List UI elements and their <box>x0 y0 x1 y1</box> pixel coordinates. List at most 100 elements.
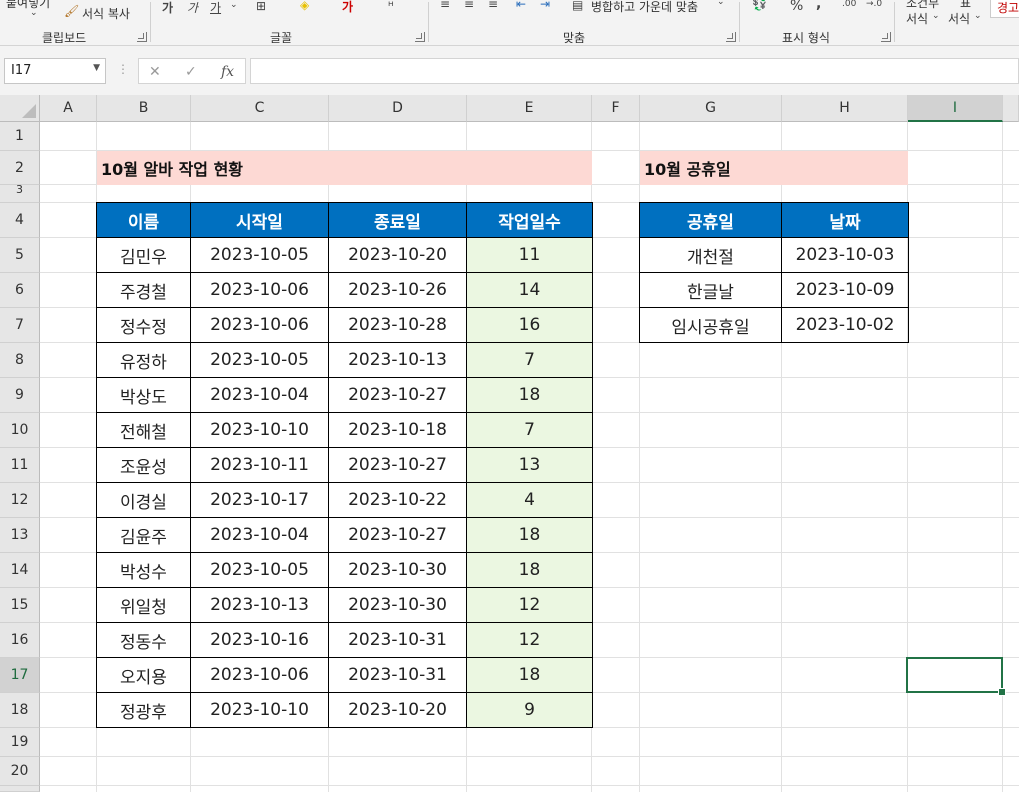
row-header-6[interactable]: 6 <box>0 273 40 308</box>
header-work-days[interactable]: 작업일수 <box>466 202 593 238</box>
row-header-8[interactable]: 8 <box>0 343 40 378</box>
align-center-icon[interactable]: ≡ <box>464 0 474 11</box>
row-header-9[interactable]: 9 <box>0 378 40 413</box>
row-header-11[interactable]: 11 <box>0 448 40 483</box>
end-date-cell[interactable]: 2023-10-18 <box>328 412 467 448</box>
accounting-format-icon[interactable]: 💱 <box>752 0 767 11</box>
end-date-cell[interactable]: 2023-10-26 <box>328 272 467 308</box>
row-header-19[interactable]: 19 <box>0 728 40 757</box>
end-date-cell[interactable]: 2023-10-20 <box>328 692 467 728</box>
merge-center-button[interactable]: 병합하고 가운데 맞춤 <box>591 0 698 15</box>
selected-cell-i17[interactable] <box>906 657 1006 696</box>
cancel-icon[interactable]: ✕ <box>149 64 161 80</box>
holiday-date-cell[interactable]: 2023-10-02 <box>781 307 909 343</box>
start-date-cell[interactable]: 2023-10-05 <box>190 552 329 588</box>
work-days-cell[interactable]: 7 <box>466 342 593 378</box>
row-header-16[interactable]: 16 <box>0 623 40 658</box>
start-date-cell[interactable]: 2023-10-17 <box>190 482 329 518</box>
row-header-3[interactable]: 3 <box>0 184 40 203</box>
row-header-10[interactable]: 10 <box>0 413 40 448</box>
end-date-cell[interactable]: 2023-10-20 <box>328 237 467 273</box>
cell-style-warning[interactable]: 경고 <box>990 0 1019 18</box>
name-cell[interactable]: 박상도 <box>96 377 191 413</box>
function-icon[interactable]: fx <box>221 64 234 80</box>
start-date-cell[interactable]: 2023-10-06 <box>190 307 329 343</box>
end-date-cell[interactable]: 2023-10-22 <box>328 482 467 518</box>
column-header-h[interactable]: H <box>782 95 908 122</box>
holiday-date-cell[interactable]: 2023-10-09 <box>781 272 909 308</box>
column-header-g[interactable]: G <box>640 95 782 122</box>
format-table-sub[interactable]: 서식 <box>948 10 970 27</box>
name-cell[interactable]: 정수정 <box>96 307 191 343</box>
work-days-cell[interactable]: 12 <box>466 587 593 623</box>
comma-style-icon[interactable]: , <box>816 0 821 12</box>
end-date-cell[interactable]: 2023-10-31 <box>328 622 467 658</box>
start-date-cell[interactable]: 2023-10-13 <box>190 587 329 623</box>
column-header-e[interactable]: E <box>467 95 592 122</box>
work-days-cell[interactable]: 18 <box>466 657 593 693</box>
start-date-cell[interactable]: 2023-10-11 <box>190 447 329 483</box>
name-cell[interactable]: 이경실 <box>96 482 191 518</box>
bold-icon[interactable]: 가 <box>162 0 173 16</box>
end-date-cell[interactable]: 2023-10-31 <box>328 657 467 693</box>
row-header-13[interactable]: 13 <box>0 518 40 553</box>
row-header-5[interactable]: 5 <box>0 238 40 273</box>
column-header-d[interactable]: D <box>329 95 467 122</box>
start-date-cell[interactable]: 2023-10-05 <box>190 342 329 378</box>
border-icon[interactable]: ⊞ <box>256 0 266 13</box>
row-header-1[interactable]: 1 <box>0 122 40 151</box>
header-name[interactable]: 이름 <box>96 202 191 238</box>
name-cell[interactable]: 박성수 <box>96 552 191 588</box>
holiday-title[interactable]: 10월 공휴일 <box>640 151 908 185</box>
decrease-indent-icon[interactable]: ⇤ <box>516 0 526 11</box>
end-date-cell[interactable]: 2023-10-28 <box>328 307 467 343</box>
holiday-name-cell[interactable]: 한글날 <box>639 272 782 308</box>
end-date-cell[interactable]: 2023-10-27 <box>328 517 467 553</box>
increase-indent-icon[interactable]: ⇥ <box>540 0 550 11</box>
paste-button[interactable]: 붙여넣기 <box>6 0 50 11</box>
work-days-cell[interactable]: 16 <box>466 307 593 343</box>
row-header-12[interactable]: 12 <box>0 483 40 518</box>
check-icon[interactable]: ✓ <box>185 64 197 80</box>
conditional-format-sub[interactable]: 서식 <box>906 10 928 27</box>
row-header-17[interactable]: 17 <box>0 658 40 693</box>
name-cell[interactable]: 주경철 <box>96 272 191 308</box>
start-date-cell[interactable]: 2023-10-04 <box>190 377 329 413</box>
end-date-cell[interactable]: 2023-10-27 <box>328 377 467 413</box>
work-status-title[interactable]: 10월 알바 작업 현황 <box>97 151 592 185</box>
name-cell[interactable]: 위일청 <box>96 587 191 623</box>
name-cell[interactable]: 김민우 <box>96 237 191 273</box>
column-header-a[interactable]: A <box>40 95 97 122</box>
header-holiday[interactable]: 공휴일 <box>639 202 782 238</box>
work-days-cell[interactable]: 4 <box>466 482 593 518</box>
row-header-15[interactable]: 15 <box>0 588 40 623</box>
name-cell[interactable]: 유정하 <box>96 342 191 378</box>
work-days-cell[interactable]: 18 <box>466 517 593 553</box>
chevron-down-icon[interactable]: ⌄ <box>30 8 38 18</box>
name-cell[interactable]: 조윤성 <box>96 447 191 483</box>
end-date-cell[interactable]: 2023-10-30 <box>328 552 467 588</box>
underline-icon[interactable]: 가 <box>210 0 221 16</box>
work-days-cell[interactable]: 13 <box>466 447 593 483</box>
chevron-down-icon[interactable]: ⌄ <box>932 11 940 21</box>
end-date-cell[interactable]: 2023-10-27 <box>328 447 467 483</box>
header-start-date[interactable]: 시작일 <box>190 202 329 238</box>
holiday-name-cell[interactable]: 임시공휴일 <box>639 307 782 343</box>
percent-icon[interactable]: % <box>790 0 803 14</box>
start-date-cell[interactable]: 2023-10-10 <box>190 692 329 728</box>
chevron-down-icon[interactable]: ⌄ <box>230 0 238 10</box>
column-header-i[interactable]: I <box>908 95 1003 122</box>
row-header-4[interactable]: 4 <box>0 203 40 238</box>
start-date-cell[interactable]: 2023-10-04 <box>190 517 329 553</box>
row-header-7[interactable]: 7 <box>0 308 40 343</box>
increase-decimal-icon[interactable]: .00 <box>842 0 856 9</box>
header-date[interactable]: 날짜 <box>781 202 909 238</box>
chevron-down-icon[interactable]: ▼ <box>93 63 100 73</box>
align-right-icon[interactable]: ≡ <box>488 0 498 11</box>
start-date-cell[interactable]: 2023-10-10 <box>190 412 329 448</box>
column-header-j[interactable] <box>1003 95 1019 122</box>
row-header-20[interactable]: 20 <box>0 757 40 786</box>
clipboard-launcher-icon[interactable] <box>137 32 147 42</box>
fill-color-icon[interactable]: ◈ <box>300 0 309 12</box>
column-header-c[interactable]: C <box>191 95 329 122</box>
